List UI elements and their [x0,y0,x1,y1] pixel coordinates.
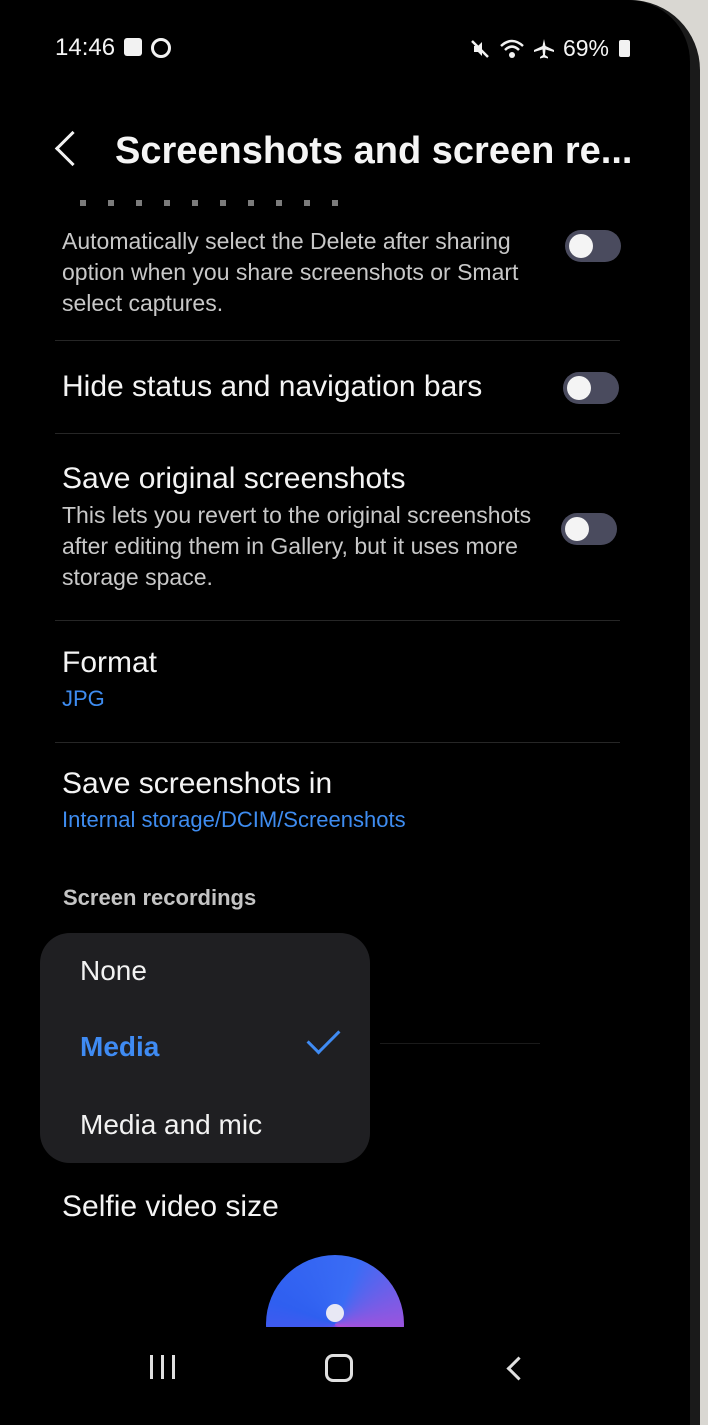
format-row[interactable]: Format JPG [62,646,632,712]
notification-square-icon [124,38,142,56]
selfie-video-size-row[interactable]: Selfie video size [62,1190,632,1224]
sync-circle-icon [151,38,171,58]
sound-settings-dropdown: None Media Media and mic [40,933,370,1163]
toggle-knob [565,517,589,541]
recent-apps-icon[interactable] [150,1355,176,1379]
battery-icon [619,40,630,57]
dropdown-option-media[interactable]: Media [80,1031,159,1063]
status-right-group: 69% [469,35,630,62]
divider [380,1043,540,1044]
toggle-knob [569,234,593,258]
wifi-icon [500,39,524,58]
selfie-video-size-title: Selfie video size [62,1190,279,1223]
status-bar: 14:46 69% [0,32,690,64]
save-original-title: Save original screenshots [62,462,406,495]
divider [55,742,620,743]
checkmark-icon [306,1020,341,1055]
fab-dot-icon [326,1304,344,1322]
screen-recordings-header: Screen recordings [63,885,257,910]
page-title: Screenshots and screen re... [115,130,633,172]
dropdown-option-media-and-mic[interactable]: Media and mic [80,1109,262,1141]
save-original-desc: This lets you revert to the original scr… [62,502,532,590]
save-location-title: Save screenshots in [62,767,333,800]
divider [55,433,620,434]
home-icon[interactable] [325,1354,353,1382]
divider [55,340,620,341]
save-location-value: Internal storage/DCIM/Screenshots [62,807,406,832]
mute-icon [471,39,489,58]
clipped-title-remnant [80,198,380,208]
nav-back-icon[interactable] [506,1356,531,1381]
format-value: JPG [62,686,105,711]
save-original-toggle[interactable] [561,513,617,545]
dropdown-option-none[interactable]: None [80,955,147,987]
airplane-icon [533,38,554,58]
phone-screen: 14:46 69% Screenshots and screen re... A… [0,0,690,1425]
hide-bars-row[interactable]: Hide status and navigation bars [62,370,632,404]
battery-percentage: 69% [562,35,609,61]
save-location-row[interactable]: Save screenshots in Internal storage/DCI… [62,767,632,833]
delete-after-sharing-toggle[interactable] [565,230,621,262]
hide-bars-title: Hide status and navigation bars [62,370,483,403]
format-title: Format [62,646,158,679]
back-icon[interactable] [54,130,91,167]
status-time: 14:46 [55,34,116,61]
hide-bars-toggle[interactable] [563,372,619,404]
delete-after-sharing-row[interactable]: Automatically select the Delete after sh… [62,222,632,319]
delete-after-sharing-desc: Automatically select the Delete after sh… [62,228,519,316]
toggle-knob [567,376,591,400]
divider [55,620,620,621]
save-original-row[interactable]: Save original screenshots This lets you … [62,462,632,593]
